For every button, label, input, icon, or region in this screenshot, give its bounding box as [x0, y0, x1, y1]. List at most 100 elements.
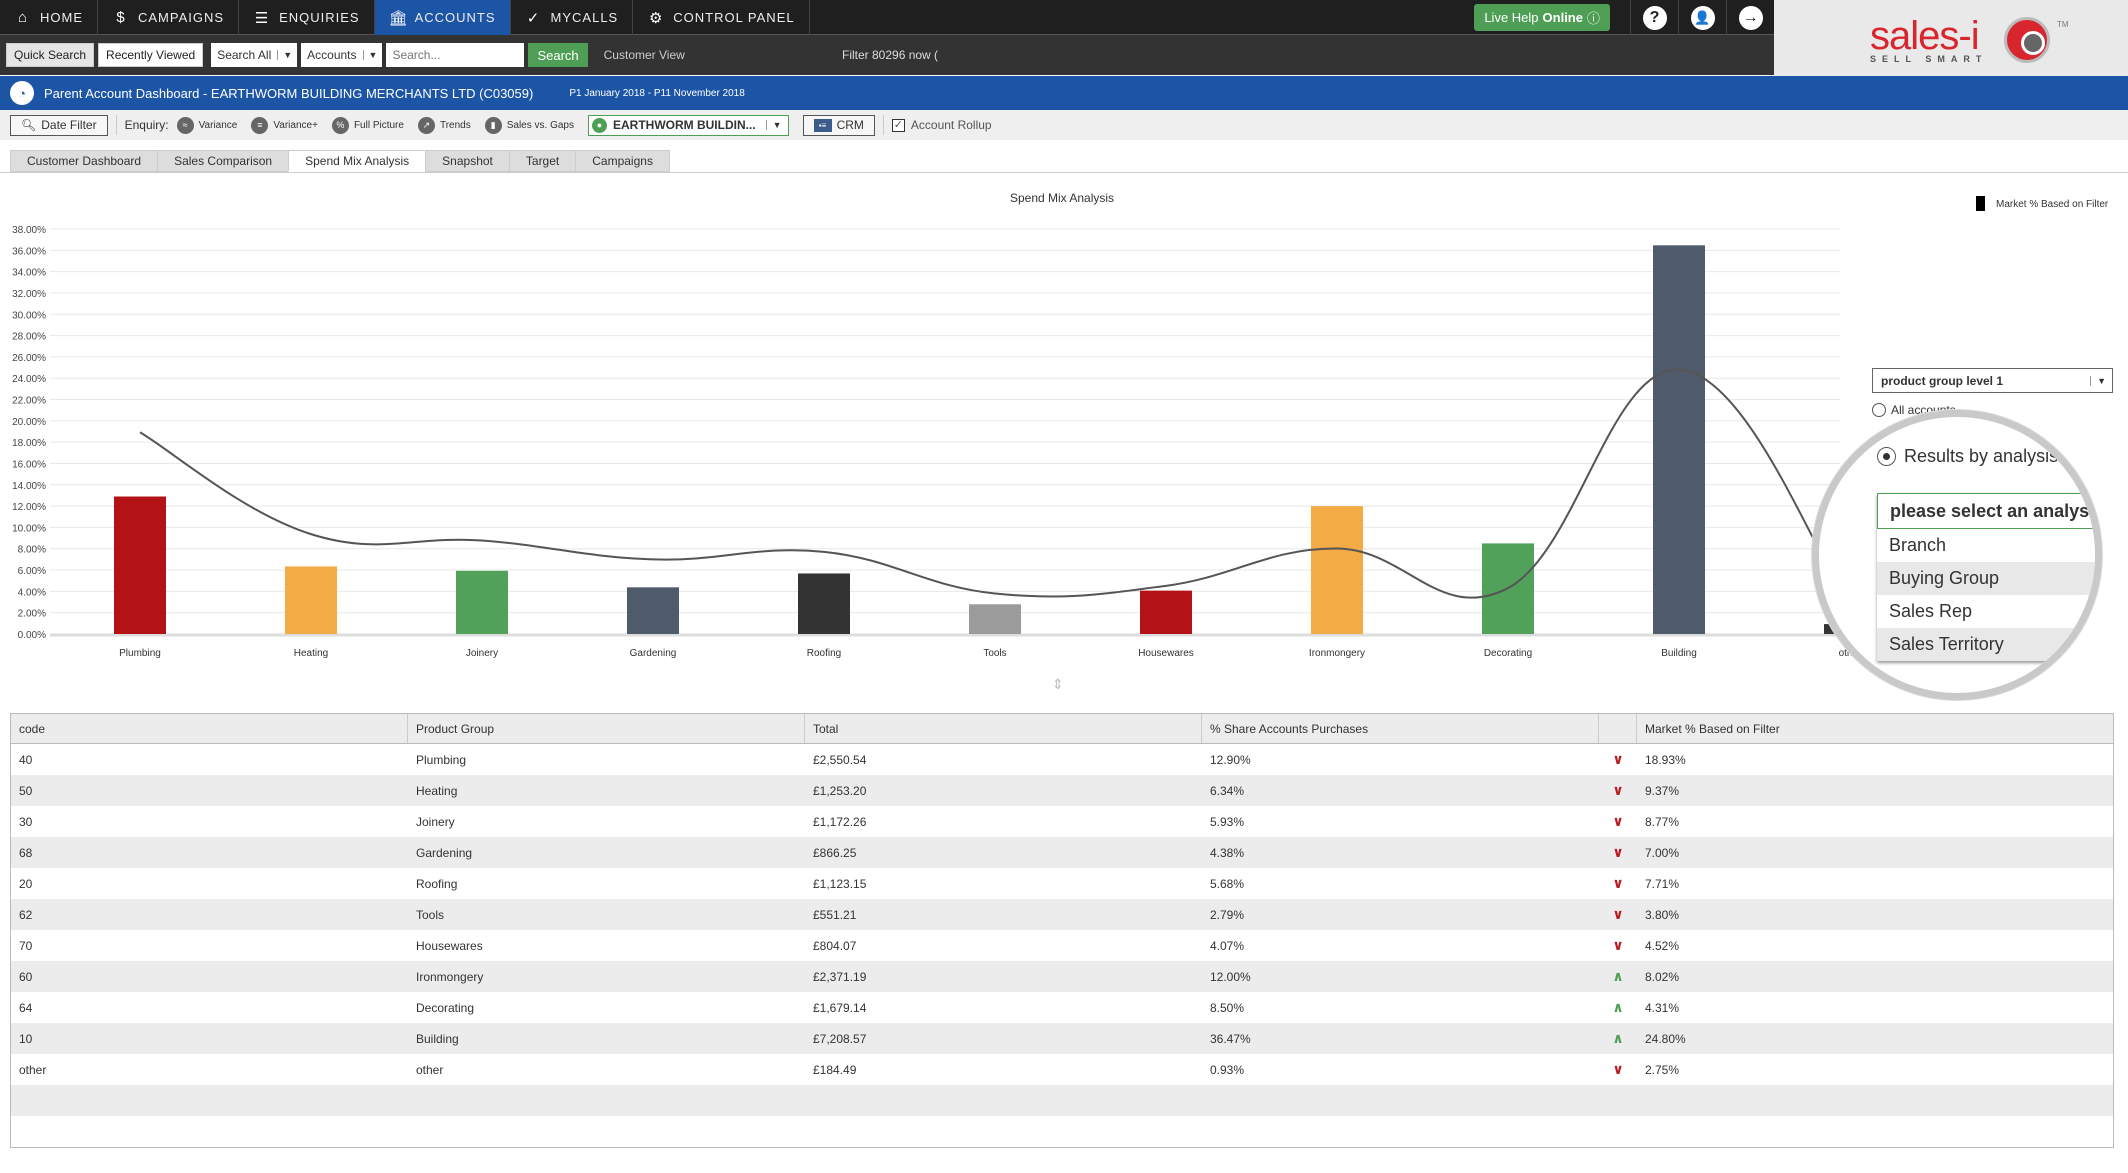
y-tick-label: 10.00% — [12, 523, 46, 534]
bar-roofing[interactable] — [798, 573, 850, 634]
nav-mycalls[interactable]: ✓ MYCALLS — [511, 0, 634, 35]
header-product-group[interactable]: Product Group — [408, 714, 805, 743]
analysis-option[interactable]: please select an analysis — [1877, 493, 2095, 529]
enquiry-sales-vs-gaps[interactable]: ▮ Sales vs. Gaps — [484, 116, 574, 134]
bar-housewares[interactable] — [1140, 590, 1192, 634]
nav-control-panel[interactable]: ⚙ CONTROL PANEL — [633, 0, 810, 35]
enquiry-label: Enquiry: — [124, 118, 169, 132]
logout-button[interactable]: → — [1726, 0, 1774, 35]
y-axis-ticks: 0.00% 2.00% 4.00% 6.00% 8.00% 10.00% 12.00% 14.… — [12, 225, 46, 641]
tab-sales-comparison[interactable]: Sales Comparison — [157, 150, 289, 172]
header-share[interactable]: % Share Accounts Purchases — [1202, 714, 1599, 743]
tab-target[interactable]: Target — [508, 150, 576, 172]
tab-snapshot[interactable]: Snapshot — [425, 150, 509, 172]
divider — [115, 115, 117, 135]
nav-campaigns[interactable]: $ CAMPAIGNS — [98, 0, 240, 35]
search-type-select[interactable]: Accounts ▼ — [301, 43, 383, 67]
crm-button[interactable]: ▪≡ CRM — [802, 114, 875, 136]
cell-market: 4.31% — [1645, 1000, 1680, 1015]
header-market[interactable]: Market % Based on Filter — [1637, 714, 2113, 743]
tab-customer-dashboard[interactable]: Customer Dashboard — [10, 150, 158, 172]
quick-search-button[interactable]: Quick Search — [6, 43, 95, 67]
customer-view-link[interactable]: Customer View — [604, 48, 685, 62]
cell-total: £2,371.19 — [813, 969, 867, 984]
tab-campaigns[interactable]: Campaigns — [575, 150, 670, 172]
live-help-status: Online — [1542, 10, 1583, 25]
cell-share: 5.68% — [1210, 876, 1245, 891]
trend-down-icon: ∨ — [1612, 782, 1624, 798]
trend-down-icon: ∨ — [1612, 875, 1624, 891]
nav-enquiries[interactable]: ☰ ENQUIRIES — [239, 0, 375, 35]
bar-joinery[interactable] — [456, 570, 508, 634]
help-button[interactable]: ? — [1630, 0, 1678, 35]
enquiry-full-picture[interactable]: % Full Picture — [331, 116, 404, 134]
table-row[interactable]: 64 Decorating £1,679.14 8.50% ∧ 4.31% — [11, 992, 2113, 1023]
search-button[interactable]: Search — [528, 43, 588, 67]
enquiry-variance[interactable]: ≈ Variance — [176, 116, 237, 134]
search-input[interactable] — [386, 43, 525, 67]
enquiry-trends[interactable]: ↗ Trends — [417, 116, 471, 134]
cell-code: other — [19, 1062, 47, 1077]
sales-i-logo: sales-i SELL SMART TM — [1774, 0, 2128, 76]
legend-label[interactable]: Market % Based on Filter — [1996, 199, 2109, 210]
bar-heating[interactable] — [285, 566, 337, 634]
analysis-option[interactable]: Buying Group — [1877, 562, 2095, 595]
table-row[interactable]: 68 Gardening £866.25 4.38% ∨ 7.00% — [11, 837, 2113, 868]
analysis-option[interactable]: Sales Territory — [1877, 628, 2095, 661]
table-row[interactable]: other other £184.49 0.93% ∨ 2.75% — [11, 1054, 2113, 1085]
recently-viewed-button[interactable]: Recently Viewed — [98, 43, 204, 67]
tab-spend-mix-analysis[interactable]: Spend Mix Analysis — [288, 150, 426, 172]
spend-mix-table: code Product Group Total % Share Account… — [10, 713, 2114, 1148]
cell-product-group: Roofing — [416, 876, 458, 891]
table-row-empty — [11, 1116, 2113, 1147]
header-total[interactable]: Total — [805, 714, 1202, 743]
nav-accounts[interactable]: 🏛 ACCOUNTS — [374, 0, 511, 35]
y-tick-label: 14.00% — [12, 481, 46, 492]
trend-down-icon: ∨ — [1612, 751, 1624, 767]
page-title-bar: ◔ Parent Account Dashboard - EARTHWORM B… — [0, 76, 2128, 110]
table-row[interactable]: 60 Ironmongery £2,371.19 12.00% ∧ 8.02% — [11, 961, 2113, 992]
bar-plumbing[interactable] — [114, 496, 166, 634]
table-row[interactable]: 70 Housewares £804.07 4.07% ∨ 4.52% — [11, 930, 2113, 961]
trend-down-icon: ∨ — [1612, 1061, 1624, 1077]
search-scope-select[interactable]: Search All ▼ — [211, 43, 298, 67]
radio-results-by-analysis[interactable]: Results by analysis ... — [1877, 446, 2078, 467]
table-row[interactable]: 30 Joinery £1,172.26 5.93% ∨ 8.77% — [11, 806, 2113, 837]
arrow-right-icon: → — [1738, 5, 1763, 30]
bar-tools[interactable] — [969, 604, 1021, 634]
cell-total: £804.07 — [813, 938, 857, 953]
search-type-value: Accounts — [307, 48, 357, 62]
bar-gardening[interactable] — [627, 587, 679, 634]
cell-total: £1,253.20 — [813, 783, 867, 798]
table-row[interactable]: 40 Plumbing £2,550.54 12.90% ∨ 18.93% — [11, 744, 2113, 775]
live-help-button[interactable]: Live Help Online ⓘ — [1474, 4, 1610, 31]
table-row[interactable]: 62 Tools £551.21 2.79% ∨ 3.80% — [11, 899, 2113, 930]
header-code[interactable]: code — [11, 714, 408, 743]
x-tick-label: Heating — [294, 648, 328, 659]
x-tick-label: Roofing — [807, 648, 841, 659]
bar-building[interactable] — [1653, 245, 1705, 634]
cell-total: £2,550.54 — [813, 752, 867, 767]
table-row[interactable]: 50 Heating £1,253.20 6.34% ∨ 9.37% — [11, 775, 2113, 806]
enquiry-variance-plus[interactable]: ≡ Variance+ — [251, 116, 318, 134]
cell-code: 20 — [19, 876, 33, 891]
y-tick-label: 12.00% — [12, 502, 46, 513]
nav-home[interactable]: ⌂ HOME — [0, 0, 98, 35]
account-select[interactable]: ● EARTHWORM BUILDIN... ▼ — [587, 114, 789, 136]
cell-product-group: Joinery — [416, 814, 455, 829]
table-row[interactable]: 20 Roofing £1,123.15 5.68% ∨ 7.71% — [11, 868, 2113, 899]
cell-product-group: Plumbing — [416, 752, 467, 767]
date-filter-button[interactable]: 🔍︎ Date Filter — [10, 114, 108, 136]
table-row[interactable]: 10 Building £7,208.57 36.47% ∧ 24.80% — [11, 1023, 2113, 1054]
analysis-option[interactable]: Branch — [1877, 529, 2095, 562]
cell-market: 8.02% — [1645, 969, 1680, 984]
product-level-select[interactable]: product group level 1 ▼ — [1872, 368, 2113, 393]
cell-market: 2.75% — [1645, 1062, 1680, 1077]
spend-mix-chart: Spend Mix Analysis Market % Based on Fil… — [0, 180, 2128, 690]
analysis-option[interactable]: Sales Rep — [1877, 595, 2095, 628]
account-rollup-checkbox[interactable]: ✓ Account Rollup — [891, 118, 992, 132]
resize-handle-icon[interactable]: ⇕ — [1052, 676, 1064, 693]
user-button[interactable]: 👤 — [1678, 0, 1726, 35]
bar-ironmongery[interactable] — [1311, 506, 1363, 634]
cell-market: 7.00% — [1645, 845, 1680, 860]
